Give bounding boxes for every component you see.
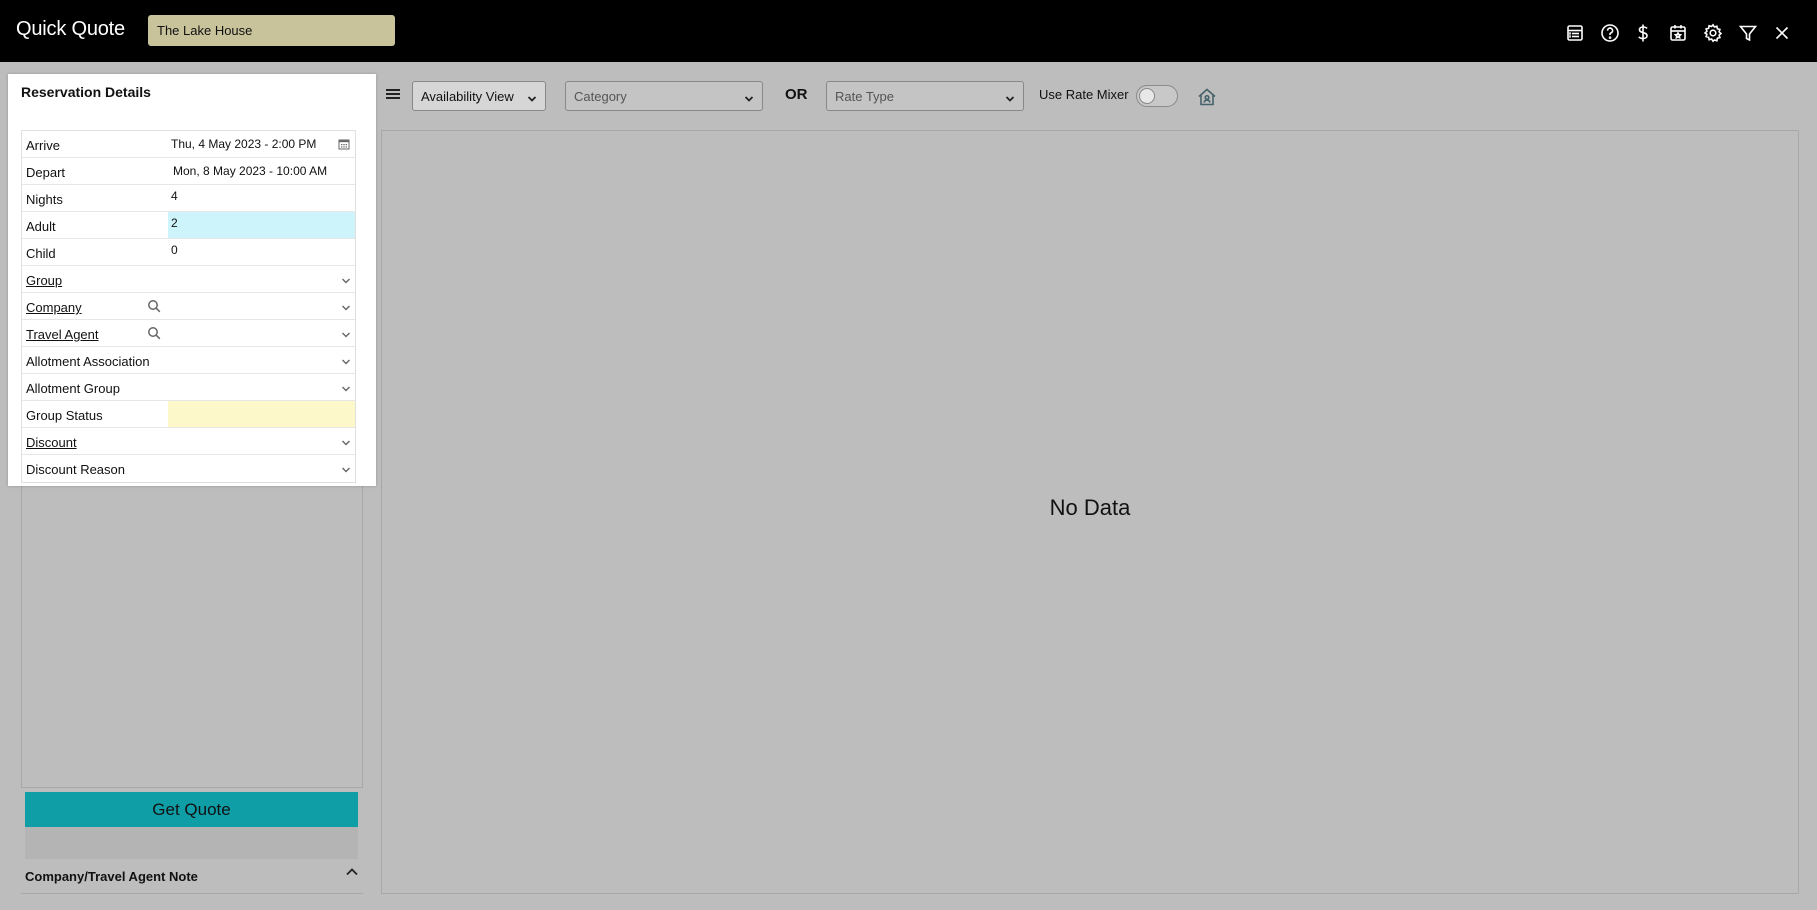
group-row[interactable]: Group <box>22 266 355 293</box>
allotment-group-row[interactable]: Allotment Group <box>22 374 355 401</box>
group-link[interactable]: Group <box>26 273 62 288</box>
company-row[interactable]: Company <box>22 293 355 320</box>
view-select[interactable]: Availability View <box>412 81 546 111</box>
group-status-label: Group Status <box>26 408 103 423</box>
dollar-icon[interactable] <box>1630 19 1656 47</box>
group-select[interactable] <box>168 266 355 292</box>
report-icon[interactable] <box>1562 19 1588 47</box>
allotment-group-select[interactable] <box>168 374 355 400</box>
calendar-icon[interactable] <box>338 138 350 150</box>
reservation-form: Arrive Thu, 4 May 2023 - 2:00 PM Depart … <box>21 130 356 483</box>
chevron-down-icon[interactable] <box>341 301 351 311</box>
adult-row: Adult 2 <box>22 212 355 239</box>
note-section-header[interactable]: Company/Travel Agent Note <box>21 859 363 894</box>
chevron-down-icon[interactable] <box>341 382 351 392</box>
discount-link[interactable]: Discount <box>26 435 77 450</box>
nights-field[interactable]: 4 <box>168 185 355 211</box>
chevron-down-icon <box>744 92 754 102</box>
chevron-down-icon[interactable] <box>341 355 351 365</box>
reservation-details-card: Reservation Details Arrive Thu, 4 May 20… <box>8 74 376 486</box>
close-icon[interactable] <box>1769 19 1795 47</box>
search-icon[interactable] <box>147 326 161 340</box>
discount-row[interactable]: Discount <box>22 428 355 455</box>
allotment-association-row[interactable]: Allotment Association <box>22 347 355 374</box>
category-placeholder: Category <box>574 89 627 104</box>
company-link[interactable]: Company <box>26 300 82 315</box>
arrive-label: Arrive <box>26 138 60 153</box>
child-field[interactable]: 0 <box>168 239 355 265</box>
chevron-down-icon[interactable] <box>341 328 351 338</box>
nights-label: Nights <box>26 192 63 207</box>
arrive-row: Arrive Thu, 4 May 2023 - 2:00 PM <box>22 131 355 158</box>
category-select[interactable]: Category <box>565 81 763 111</box>
filter-icon[interactable] <box>1735 19 1761 47</box>
arrive-field[interactable]: Thu, 4 May 2023 - 2:00 PM <box>168 131 355 157</box>
discount-select[interactable] <box>168 428 355 454</box>
chevron-down-icon <box>1005 92 1015 102</box>
depart-field[interactable]: Mon, 8 May 2023 - 10:00 AM <box>168 158 355 184</box>
search-icon[interactable] <box>147 299 161 313</box>
group-status-row: Group Status <box>22 401 355 428</box>
travel-agent-link[interactable]: Travel Agent <box>26 327 99 342</box>
chevron-down-icon[interactable] <box>341 436 351 446</box>
allotment-group-label: Allotment Group <box>26 381 120 396</box>
company-select[interactable] <box>168 293 355 319</box>
group-status-field <box>168 401 355 427</box>
discount-reason-row[interactable]: Discount Reason <box>22 455 355 482</box>
quote-spacer <box>25 827 358 859</box>
app-title: Quick Quote <box>16 18 125 40</box>
property-selector[interactable]: The Lake House <box>148 15 395 46</box>
depart-label: Depart <box>26 165 66 180</box>
discount-reason-select[interactable] <box>168 455 355 481</box>
rate-mixer-label: Use Rate Mixer <box>1039 87 1129 102</box>
get-quote-button[interactable]: Get Quote <box>25 792 358 827</box>
depart-row: Depart Mon, 8 May 2023 - 10:00 AM <box>22 158 355 185</box>
travel-agent-select[interactable] <box>168 320 355 346</box>
card-title: Reservation Details <box>21 84 151 100</box>
child-row: Child 0 <box>22 239 355 266</box>
travel-agent-row[interactable]: Travel Agent <box>22 320 355 347</box>
chevron-up-icon[interactable] <box>345 865 359 879</box>
discount-reason-label: Discount Reason <box>26 462 125 477</box>
toggle-knob <box>1139 88 1155 104</box>
chevron-down-icon[interactable] <box>341 463 351 473</box>
calendar-star-icon[interactable] <box>1665 19 1691 47</box>
adult-label: Adult <box>26 219 56 234</box>
rate-type-placeholder: Rate Type <box>835 89 895 104</box>
menu-icon[interactable] <box>386 87 400 101</box>
top-bar: Quick Quote The Lake House <box>0 0 1817 62</box>
note-section-label: Company/Travel Agent Note <box>25 869 198 884</box>
nights-row: Nights 4 <box>22 185 355 212</box>
help-icon[interactable] <box>1597 19 1623 47</box>
gear-icon[interactable] <box>1700 19 1726 47</box>
home-icon[interactable] <box>1196 86 1218 108</box>
availability-grid: No Data <box>381 130 1799 894</box>
chevron-down-icon <box>527 92 537 102</box>
view-select-value: Availability View <box>421 89 514 104</box>
allotment-association-select[interactable] <box>168 347 355 373</box>
or-separator: OR <box>785 86 808 103</box>
chevron-down-icon[interactable] <box>341 274 351 284</box>
rate-type-select[interactable]: Rate Type <box>826 81 1024 111</box>
child-label: Child <box>26 246 56 261</box>
rate-mixer-toggle[interactable] <box>1136 85 1178 107</box>
adult-field[interactable]: 2 <box>168 212 355 238</box>
empty-state-text: No Data <box>1049 495 1131 520</box>
allotment-association-label: Allotment Association <box>26 354 150 369</box>
